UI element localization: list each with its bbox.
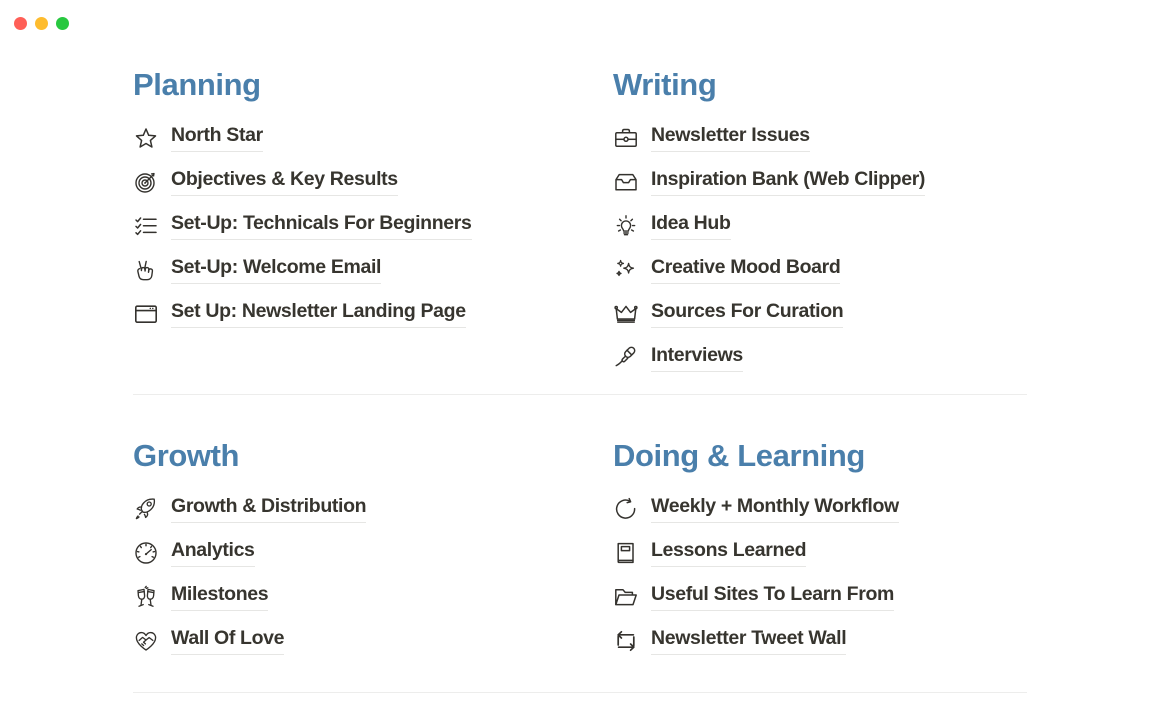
sparkles-icon bbox=[613, 257, 639, 283]
link-label[interactable]: North Star bbox=[171, 124, 263, 152]
folder-icon bbox=[613, 584, 639, 610]
sections-row-top: Planning North Star Objectives & Key Res… bbox=[0, 46, 1160, 380]
link-label[interactable]: Inspiration Bank (Web Clipper) bbox=[651, 168, 925, 196]
section-title-growth: Growth bbox=[133, 438, 240, 474]
crown-icon bbox=[613, 301, 639, 327]
list-item[interactable]: Lessons Learned bbox=[613, 531, 1093, 575]
link-list-planning: North Star Objectives & Key Results Set-… bbox=[133, 116, 613, 336]
book-icon bbox=[613, 540, 639, 566]
list-item[interactable]: Analytics bbox=[133, 531, 613, 575]
checklist-icon bbox=[133, 213, 159, 239]
briefcase-icon bbox=[613, 125, 639, 151]
minimize-window-button[interactable] bbox=[35, 16, 48, 30]
link-label[interactable]: Set-Up: Technicals For Beginners bbox=[171, 212, 472, 240]
star-icon bbox=[133, 125, 159, 151]
list-item[interactable]: Inspiration Bank (Web Clipper) bbox=[613, 160, 1093, 204]
list-item[interactable]: Weekly + Monthly Workflow bbox=[613, 487, 1093, 531]
list-item[interactable]: Milestones bbox=[133, 575, 613, 619]
section-title-doing-and-learning: Doing & Learning bbox=[613, 438, 865, 474]
section-divider-bottom bbox=[133, 692, 1027, 694]
link-label[interactable]: Newsletter Issues bbox=[651, 124, 810, 152]
section-title-writing: Writing bbox=[613, 67, 717, 102]
inbox-tray-icon bbox=[613, 169, 639, 195]
link-label[interactable]: Creative Mood Board bbox=[651, 256, 841, 284]
browser-window-icon bbox=[133, 301, 159, 327]
rocket-icon bbox=[133, 496, 159, 522]
section-doing-and-learning: Doing & Learning Weekly + Monthly Workfl… bbox=[613, 425, 1093, 663]
list-item[interactable]: Useful Sites To Learn From bbox=[613, 575, 1093, 619]
list-item[interactable]: Interviews bbox=[613, 336, 1093, 380]
list-item[interactable]: Set Up: Newsletter Landing Page bbox=[133, 292, 613, 336]
list-item[interactable]: Growth & Distribution bbox=[133, 487, 613, 531]
link-list-writing: Newsletter Issues Inspiration Bank (Web … bbox=[613, 116, 1093, 380]
link-label[interactable]: Set-Up: Welcome Email bbox=[171, 256, 381, 284]
link-label[interactable]: Sources For Curation bbox=[651, 300, 844, 328]
link-label[interactable]: Idea Hub bbox=[651, 212, 731, 240]
gauge-icon bbox=[133, 540, 159, 566]
list-item[interactable]: Creative Mood Board bbox=[613, 248, 1093, 292]
dashboard-page: Planning North Star Objectives & Key Res… bbox=[0, 46, 1160, 725]
list-item[interactable]: Objectives & Key Results bbox=[133, 160, 613, 204]
sections-row-bottom: Growth Growth & Distribution Analytics M… bbox=[0, 395, 1160, 663]
link-list-growth: Growth & Distribution Analytics Mileston… bbox=[133, 487, 613, 663]
section-growth: Growth Growth & Distribution Analytics M… bbox=[133, 425, 613, 663]
list-item[interactable]: Sources For Curation bbox=[613, 292, 1093, 336]
link-label[interactable]: Growth & Distribution bbox=[171, 495, 367, 523]
section-writing: Writing Newsletter Issues Inspiration Ba… bbox=[613, 54, 1093, 380]
lightbulb-icon bbox=[613, 213, 639, 239]
link-label[interactable]: Weekly + Monthly Workflow bbox=[651, 495, 899, 523]
section-title-planning: Planning bbox=[133, 67, 261, 102]
cheers-glasses-icon bbox=[133, 584, 159, 610]
list-item[interactable]: Newsletter Issues bbox=[613, 116, 1093, 160]
link-list-doing-and-learning: Weekly + Monthly Workflow Lessons Learne… bbox=[613, 487, 1093, 663]
link-label[interactable]: Set Up: Newsletter Landing Page bbox=[171, 300, 466, 328]
list-item[interactable]: Wall Of Love bbox=[133, 619, 613, 663]
heart-handshake-icon bbox=[133, 628, 159, 654]
link-label[interactable]: Useful Sites To Learn From bbox=[651, 583, 894, 611]
link-label[interactable]: Analytics bbox=[171, 539, 255, 567]
list-item[interactable]: North Star bbox=[133, 116, 613, 160]
link-label[interactable]: Lessons Learned bbox=[651, 539, 806, 567]
link-label[interactable]: Wall Of Love bbox=[171, 627, 285, 655]
peace-hand-icon bbox=[133, 257, 159, 283]
list-item[interactable]: Set-Up: Technicals For Beginners bbox=[133, 204, 613, 248]
window-traffic-lights bbox=[14, 16, 69, 30]
link-label[interactable]: Milestones bbox=[171, 583, 269, 611]
list-item[interactable]: Set-Up: Welcome Email bbox=[133, 248, 613, 292]
retweet-icon bbox=[613, 628, 639, 654]
target-icon bbox=[133, 169, 159, 195]
list-item[interactable]: Idea Hub bbox=[613, 204, 1093, 248]
list-item[interactable]: Newsletter Tweet Wall bbox=[613, 619, 1093, 663]
link-label[interactable]: Objectives & Key Results bbox=[171, 168, 398, 196]
refresh-circle-icon bbox=[613, 496, 639, 522]
section-planning: Planning North Star Objectives & Key Res… bbox=[133, 54, 613, 380]
close-window-button[interactable] bbox=[14, 16, 27, 30]
link-label[interactable]: Interviews bbox=[651, 344, 743, 372]
link-label[interactable]: Newsletter Tweet Wall bbox=[651, 627, 847, 655]
window-titlebar bbox=[0, 0, 1160, 46]
microphone-icon bbox=[613, 345, 639, 371]
maximize-window-button[interactable] bbox=[56, 16, 69, 30]
